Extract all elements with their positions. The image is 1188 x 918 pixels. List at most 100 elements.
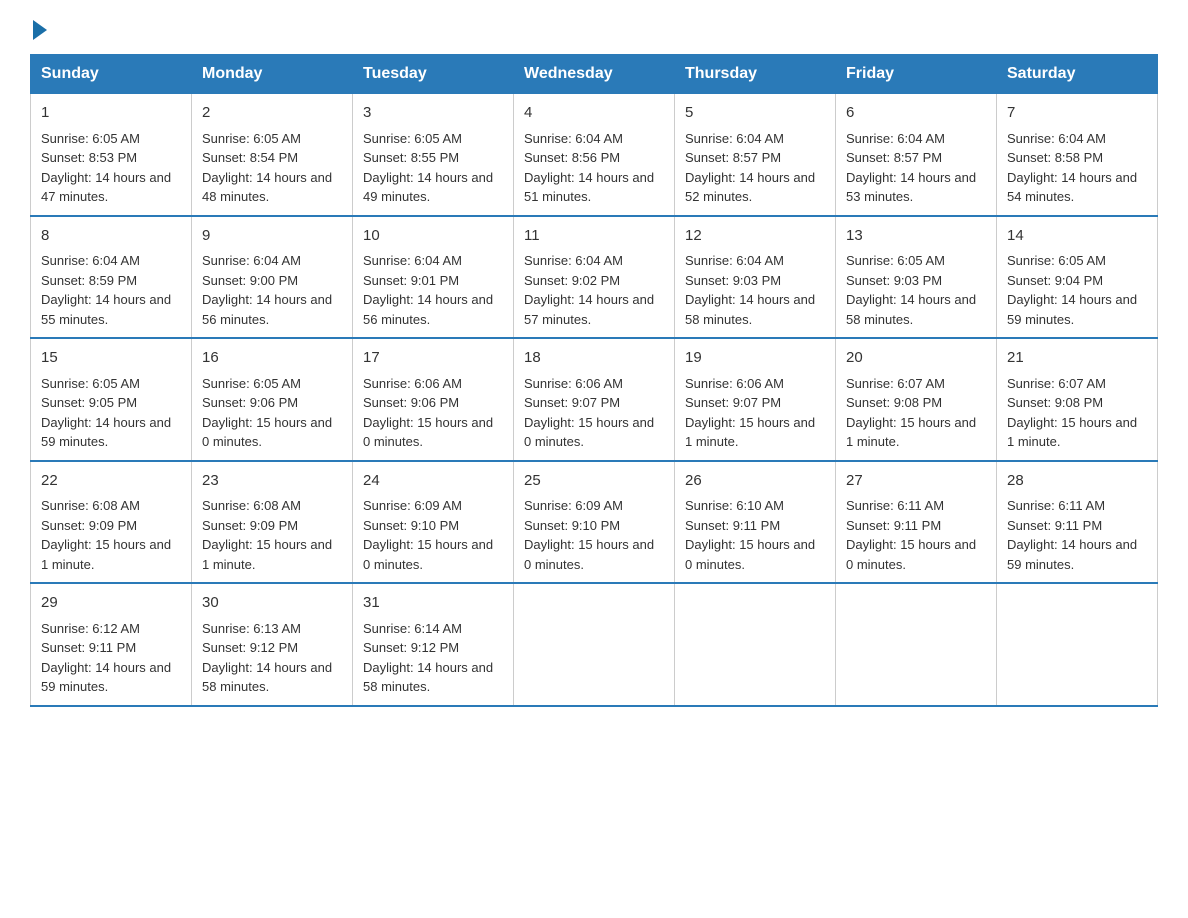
calendar-cell: 29 Sunrise: 6:12 AMSunset: 9:11 PMDaylig… [31, 583, 192, 706]
calendar-cell: 11 Sunrise: 6:04 AMSunset: 9:02 PMDaylig… [514, 216, 675, 339]
calendar-cell: 8 Sunrise: 6:04 AMSunset: 8:59 PMDayligh… [31, 216, 192, 339]
day-header-sunday: Sunday [31, 55, 192, 94]
calendar-cell: 20 Sunrise: 6:07 AMSunset: 9:08 PMDaylig… [836, 338, 997, 461]
day-number: 21 [1007, 347, 1147, 370]
calendar-cell: 18 Sunrise: 6:06 AMSunset: 9:07 PMDaylig… [514, 338, 675, 461]
calendar-cell: 1 Sunrise: 6:05 AMSunset: 8:53 PMDayligh… [31, 94, 192, 216]
day-number: 29 [41, 592, 181, 615]
day-number: 10 [363, 225, 503, 248]
calendar-cell: 10 Sunrise: 6:04 AMSunset: 9:01 PMDaylig… [353, 216, 514, 339]
day-info: Sunrise: 6:09 AMSunset: 9:10 PMDaylight:… [363, 498, 493, 572]
day-info: Sunrise: 6:11 AMSunset: 9:11 PMDaylight:… [1007, 498, 1137, 572]
day-number: 8 [41, 225, 181, 248]
day-number: 22 [41, 470, 181, 493]
day-info: Sunrise: 6:05 AMSunset: 8:54 PMDaylight:… [202, 131, 332, 205]
day-number: 11 [524, 225, 664, 248]
calendar-cell: 25 Sunrise: 6:09 AMSunset: 9:10 PMDaylig… [514, 461, 675, 584]
calendar-table: SundayMondayTuesdayWednesdayThursdayFrid… [30, 54, 1158, 707]
calendar-cell [675, 583, 836, 706]
calendar-week-row: 15 Sunrise: 6:05 AMSunset: 9:05 PMDaylig… [31, 338, 1158, 461]
calendar-cell: 15 Sunrise: 6:05 AMSunset: 9:05 PMDaylig… [31, 338, 192, 461]
day-number: 2 [202, 102, 342, 125]
calendar-cell: 31 Sunrise: 6:14 AMSunset: 9:12 PMDaylig… [353, 583, 514, 706]
day-number: 31 [363, 592, 503, 615]
calendar-cell: 14 Sunrise: 6:05 AMSunset: 9:04 PMDaylig… [997, 216, 1158, 339]
day-info: Sunrise: 6:10 AMSunset: 9:11 PMDaylight:… [685, 498, 815, 572]
calendar-cell: 24 Sunrise: 6:09 AMSunset: 9:10 PMDaylig… [353, 461, 514, 584]
day-header-wednesday: Wednesday [514, 55, 675, 94]
calendar-cell: 30 Sunrise: 6:13 AMSunset: 9:12 PMDaylig… [192, 583, 353, 706]
day-info: Sunrise: 6:05 AMSunset: 8:55 PMDaylight:… [363, 131, 493, 205]
day-info: Sunrise: 6:12 AMSunset: 9:11 PMDaylight:… [41, 621, 171, 695]
day-info: Sunrise: 6:05 AMSunset: 9:03 PMDaylight:… [846, 253, 976, 327]
day-number: 16 [202, 347, 342, 370]
day-info: Sunrise: 6:04 AMSunset: 8:56 PMDaylight:… [524, 131, 654, 205]
calendar-cell [997, 583, 1158, 706]
day-number: 18 [524, 347, 664, 370]
day-header-saturday: Saturday [997, 55, 1158, 94]
day-info: Sunrise: 6:05 AMSunset: 9:04 PMDaylight:… [1007, 253, 1137, 327]
calendar-cell: 3 Sunrise: 6:05 AMSunset: 8:55 PMDayligh… [353, 94, 514, 216]
calendar-cell [514, 583, 675, 706]
day-info: Sunrise: 6:04 AMSunset: 9:01 PMDaylight:… [363, 253, 493, 327]
calendar-cell: 13 Sunrise: 6:05 AMSunset: 9:03 PMDaylig… [836, 216, 997, 339]
calendar-week-row: 29 Sunrise: 6:12 AMSunset: 9:11 PMDaylig… [31, 583, 1158, 706]
day-info: Sunrise: 6:09 AMSunset: 9:10 PMDaylight:… [524, 498, 654, 572]
logo-arrow-icon [33, 20, 47, 40]
calendar-cell: 21 Sunrise: 6:07 AMSunset: 9:08 PMDaylig… [997, 338, 1158, 461]
calendar-cell: 9 Sunrise: 6:04 AMSunset: 9:00 PMDayligh… [192, 216, 353, 339]
calendar-cell: 4 Sunrise: 6:04 AMSunset: 8:56 PMDayligh… [514, 94, 675, 216]
day-info: Sunrise: 6:04 AMSunset: 8:57 PMDaylight:… [685, 131, 815, 205]
calendar-cell: 6 Sunrise: 6:04 AMSunset: 8:57 PMDayligh… [836, 94, 997, 216]
day-info: Sunrise: 6:07 AMSunset: 9:08 PMDaylight:… [1007, 376, 1137, 450]
day-info: Sunrise: 6:04 AMSunset: 9:02 PMDaylight:… [524, 253, 654, 327]
day-info: Sunrise: 6:08 AMSunset: 9:09 PMDaylight:… [202, 498, 332, 572]
day-number: 24 [363, 470, 503, 493]
calendar-week-row: 8 Sunrise: 6:04 AMSunset: 8:59 PMDayligh… [31, 216, 1158, 339]
calendar-header-row: SundayMondayTuesdayWednesdayThursdayFrid… [31, 55, 1158, 94]
day-number: 7 [1007, 102, 1147, 125]
calendar-week-row: 22 Sunrise: 6:08 AMSunset: 9:09 PMDaylig… [31, 461, 1158, 584]
day-info: Sunrise: 6:04 AMSunset: 8:58 PMDaylight:… [1007, 131, 1137, 205]
calendar-cell: 28 Sunrise: 6:11 AMSunset: 9:11 PMDaylig… [997, 461, 1158, 584]
day-number: 4 [524, 102, 664, 125]
calendar-cell: 23 Sunrise: 6:08 AMSunset: 9:09 PMDaylig… [192, 461, 353, 584]
day-info: Sunrise: 6:04 AMSunset: 8:57 PMDaylight:… [846, 131, 976, 205]
day-number: 14 [1007, 225, 1147, 248]
day-number: 26 [685, 470, 825, 493]
calendar-week-row: 1 Sunrise: 6:05 AMSunset: 8:53 PMDayligh… [31, 94, 1158, 216]
day-info: Sunrise: 6:04 AMSunset: 9:03 PMDaylight:… [685, 253, 815, 327]
day-number: 27 [846, 470, 986, 493]
day-number: 5 [685, 102, 825, 125]
day-info: Sunrise: 6:04 AMSunset: 9:00 PMDaylight:… [202, 253, 332, 327]
day-info: Sunrise: 6:06 AMSunset: 9:06 PMDaylight:… [363, 376, 493, 450]
day-info: Sunrise: 6:05 AMSunset: 9:06 PMDaylight:… [202, 376, 332, 450]
calendar-cell [836, 583, 997, 706]
day-info: Sunrise: 6:13 AMSunset: 9:12 PMDaylight:… [202, 621, 332, 695]
day-info: Sunrise: 6:11 AMSunset: 9:11 PMDaylight:… [846, 498, 976, 572]
day-header-monday: Monday [192, 55, 353, 94]
day-info: Sunrise: 6:06 AMSunset: 9:07 PMDaylight:… [685, 376, 815, 450]
day-number: 6 [846, 102, 986, 125]
day-info: Sunrise: 6:14 AMSunset: 9:12 PMDaylight:… [363, 621, 493, 695]
calendar-cell: 12 Sunrise: 6:04 AMSunset: 9:03 PMDaylig… [675, 216, 836, 339]
calendar-cell: 26 Sunrise: 6:10 AMSunset: 9:11 PMDaylig… [675, 461, 836, 584]
day-header-tuesday: Tuesday [353, 55, 514, 94]
day-info: Sunrise: 6:08 AMSunset: 9:09 PMDaylight:… [41, 498, 171, 572]
calendar-cell: 7 Sunrise: 6:04 AMSunset: 8:58 PMDayligh… [997, 94, 1158, 216]
day-number: 15 [41, 347, 181, 370]
day-number: 1 [41, 102, 181, 125]
day-info: Sunrise: 6:05 AMSunset: 9:05 PMDaylight:… [41, 376, 171, 450]
logo [30, 20, 49, 36]
day-number: 3 [363, 102, 503, 125]
calendar-cell: 2 Sunrise: 6:05 AMSunset: 8:54 PMDayligh… [192, 94, 353, 216]
day-number: 23 [202, 470, 342, 493]
day-number: 20 [846, 347, 986, 370]
day-info: Sunrise: 6:04 AMSunset: 8:59 PMDaylight:… [41, 253, 171, 327]
day-number: 12 [685, 225, 825, 248]
day-number: 17 [363, 347, 503, 370]
day-number: 19 [685, 347, 825, 370]
day-number: 30 [202, 592, 342, 615]
calendar-cell: 27 Sunrise: 6:11 AMSunset: 9:11 PMDaylig… [836, 461, 997, 584]
calendar-cell: 17 Sunrise: 6:06 AMSunset: 9:06 PMDaylig… [353, 338, 514, 461]
